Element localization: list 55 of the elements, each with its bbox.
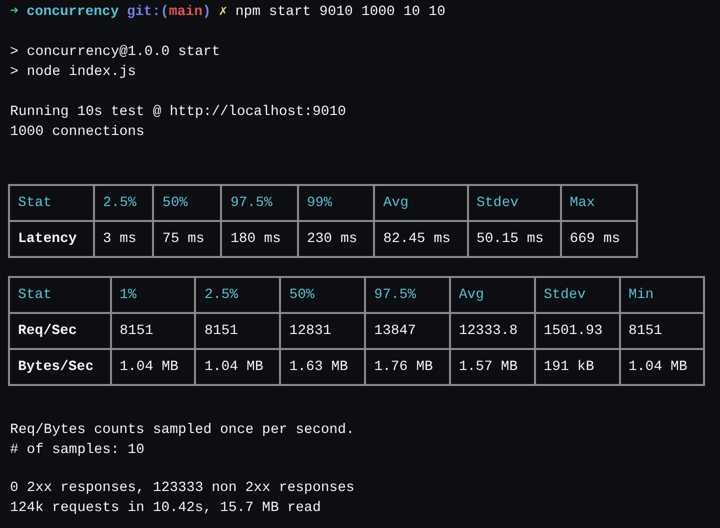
header-cell: 2.5% xyxy=(195,277,280,313)
table-cell: 1.04 MB xyxy=(110,349,196,385)
output-line: > node index.js xyxy=(10,63,138,82)
dirty-mark: ✗ xyxy=(218,3,228,22)
header-cell: Avg xyxy=(374,185,468,221)
output-line: Req/Bytes counts sampled once per second. xyxy=(10,421,356,440)
header-cell: Min xyxy=(620,277,704,313)
table-cell: 1.04 MB xyxy=(620,349,704,385)
table-cell: 1.04 MB xyxy=(195,349,280,385)
command-text: npm start 9010 1000 10 10 xyxy=(235,3,446,22)
table-cell: 3 ms xyxy=(94,221,154,257)
table-cell: 12831 xyxy=(280,313,366,349)
table-cell: 12333.8 xyxy=(450,313,535,349)
header-cell: 99% xyxy=(298,185,374,221)
table-cell: Req/Sec xyxy=(9,313,111,349)
output-line: > concurrency@1.0.0 start xyxy=(10,43,222,62)
table-cell: Bytes/Sec xyxy=(9,349,111,385)
table-cell: 230 ms xyxy=(298,221,374,257)
output-line: Running 10s test @ http://localhost:9010 xyxy=(10,103,348,122)
directory-name: concurrency xyxy=(26,3,119,22)
table-cell: 8151 xyxy=(620,313,704,349)
table-cell: 1501.93 xyxy=(534,313,620,349)
table-cell: 1.57 MB xyxy=(450,349,535,385)
table-cell: 8151 xyxy=(110,313,196,349)
header-cell: Stat xyxy=(9,185,94,221)
table-cell: 669 ms xyxy=(560,221,638,257)
header-cell: 50% xyxy=(153,185,222,221)
table-cell: 191 kB xyxy=(534,349,620,385)
output-line: 0 2xx responses, 123333 non 2xx responses xyxy=(10,479,356,498)
output-line: 1000 connections xyxy=(10,123,146,142)
header-cell: Max xyxy=(560,185,638,221)
header-cell: 2.5% xyxy=(94,185,154,221)
table-cell: 13847 xyxy=(365,313,450,349)
header-cell: 97.5% xyxy=(365,277,450,313)
output-line: 124k requests in 10.42s, 15.7 MB read xyxy=(10,499,322,518)
prompt-arrow: ➜ xyxy=(10,3,18,22)
header-cell: Stat xyxy=(9,277,111,313)
table-cell: 75 ms xyxy=(153,221,222,257)
table-cell: 82.45 ms xyxy=(374,221,468,257)
table-cell: 1.76 MB xyxy=(365,349,450,385)
table-cell: 50.15 ms xyxy=(468,221,561,257)
header-cell: 1% xyxy=(110,277,196,313)
table-cell: 1.63 MB xyxy=(280,349,366,385)
table-cell: 8151 xyxy=(195,313,280,349)
table-cell: 180 ms xyxy=(221,221,298,257)
branch-name: main xyxy=(168,3,202,22)
header-cell: Stdev xyxy=(534,277,620,313)
header-cell: Avg xyxy=(450,277,535,313)
table-cell: Latency xyxy=(9,221,94,257)
header-cell: 97.5% xyxy=(221,185,298,221)
git-prefix: git:( xyxy=(126,3,169,22)
git-suffix: ) xyxy=(202,3,211,22)
output-line: # of samples: 10 xyxy=(10,441,146,460)
header-cell: Stdev xyxy=(468,185,561,221)
header-cell: 50% xyxy=(280,277,366,313)
